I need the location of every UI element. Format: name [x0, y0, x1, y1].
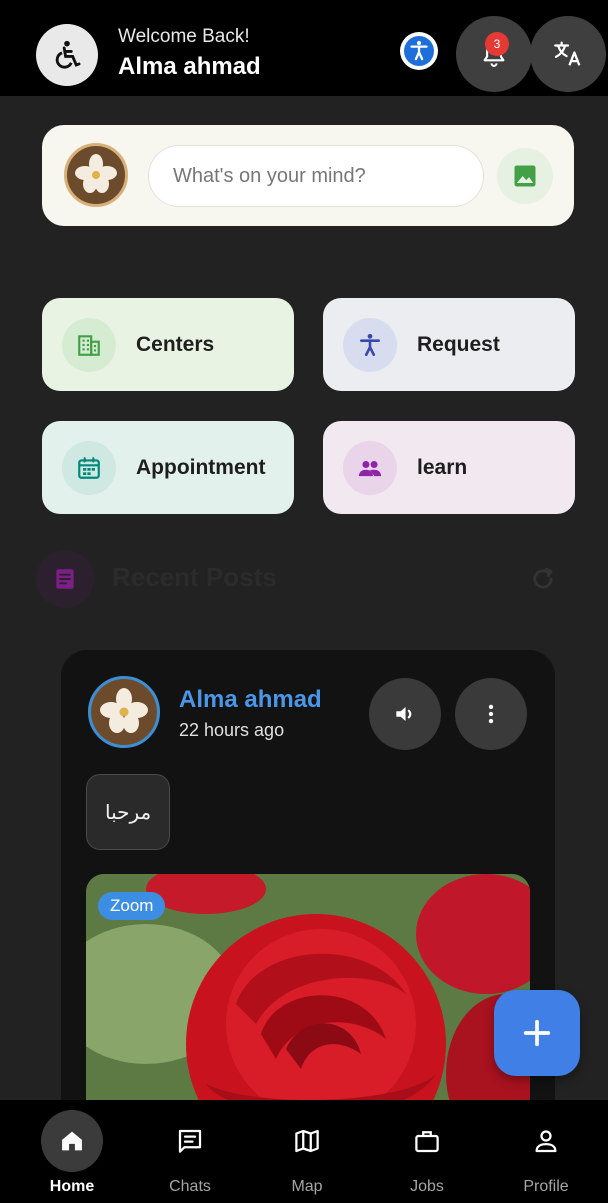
nav-home[interactable]: Home	[22, 1100, 122, 1203]
nav-map-label: Map	[291, 1178, 323, 1195]
nav-chats-indicator	[159, 1110, 221, 1172]
post-timestamp: 22 hours ago	[179, 720, 285, 740]
centers-button[interactable]: Centers	[42, 298, 294, 391]
flower-image	[91, 679, 157, 745]
request-label: Request	[417, 332, 500, 356]
notifications-button[interactable]: 3	[456, 16, 532, 92]
translate-icon	[554, 41, 581, 66]
group-icon	[358, 460, 382, 476]
appointment-label: Appointment	[136, 455, 266, 479]
notification-badge: 3	[485, 32, 509, 56]
wheelchair-icon	[55, 40, 81, 69]
appointment-icon-wrap	[62, 440, 116, 495]
user-avatar[interactable]	[64, 143, 128, 207]
learn-label: learn	[417, 455, 468, 479]
image-icon	[514, 165, 536, 187]
post-card: Alma ahmad 22 hours ago مرحبا Zoom	[61, 650, 555, 1170]
app-logo	[36, 24, 98, 86]
person-icon	[535, 1130, 557, 1153]
nav-profile-label: Profile	[523, 1178, 569, 1195]
centers-label: Centers	[136, 332, 215, 356]
nav-chats[interactable]: Chats	[140, 1100, 240, 1203]
accessibility-button[interactable]	[400, 32, 438, 70]
post-author-name[interactable]: Alma ahmad	[179, 686, 322, 714]
translate-button[interactable]	[530, 16, 606, 92]
add-photo-button[interactable]	[497, 148, 553, 204]
recent-posts-icon-wrap	[36, 550, 94, 608]
nav-jobs[interactable]: Jobs	[377, 1100, 477, 1203]
post-composer: What's on your mind?	[42, 125, 574, 226]
nav-jobs-label: Jobs	[410, 1178, 444, 1195]
appointment-button[interactable]: Appointment	[42, 421, 294, 514]
map-icon	[295, 1129, 319, 1153]
refresh-icon	[533, 567, 553, 589]
read-aloud-button[interactable]	[369, 678, 441, 750]
top-bar: Welcome Back! Alma ahmad 3	[0, 0, 608, 96]
welcome-text: Welcome Back!	[118, 26, 250, 47]
add-post-fab[interactable]	[494, 990, 580, 1076]
volume-icon	[396, 706, 412, 722]
nav-chats-label: Chats	[169, 1178, 211, 1195]
learn-icon-wrap	[343, 440, 397, 495]
home-icon	[62, 1131, 82, 1151]
refresh-button[interactable]	[528, 564, 558, 594]
learn-button[interactable]: learn	[323, 421, 575, 514]
briefcase-icon	[415, 1131, 439, 1153]
zoom-chip[interactable]: Zoom	[98, 892, 166, 920]
nav-map-indicator	[276, 1110, 338, 1172]
post-body-text: مرحبا	[86, 774, 171, 850]
accessibility-icon	[404, 36, 434, 66]
header-username: Alma ahmad	[118, 53, 261, 80]
nav-home-label: Home	[49, 1178, 95, 1195]
nav-profile[interactable]: Profile	[496, 1100, 596, 1203]
more-vert-icon	[488, 704, 494, 724]
recent-posts-title: Recent Posts	[112, 562, 277, 592]
article-icon	[56, 569, 74, 589]
bottom-navigation: Home Chats Map Jobs Profile	[0, 1100, 608, 1203]
centers-icon-wrap	[62, 317, 116, 372]
app-screen: Welcome Back! Alma ahmad 3 What's on you…	[0, 0, 608, 1203]
post-options-button[interactable]	[455, 678, 527, 750]
nav-home-indicator	[41, 1110, 103, 1172]
plus-icon	[523, 1019, 551, 1047]
accessibility-icon	[360, 333, 380, 356]
calendar-icon	[78, 456, 100, 479]
nav-jobs-indicator	[396, 1110, 458, 1172]
nav-profile-indicator	[515, 1110, 577, 1172]
post-input[interactable]: What's on your mind?	[148, 145, 484, 207]
request-icon-wrap	[343, 317, 397, 372]
flower-image	[67, 146, 125, 204]
chat-icon	[178, 1129, 202, 1153]
nav-map[interactable]: Map	[257, 1100, 357, 1203]
post-author-avatar[interactable]	[88, 676, 160, 748]
building-icon	[78, 334, 100, 356]
request-button[interactable]: Request	[323, 298, 575, 391]
